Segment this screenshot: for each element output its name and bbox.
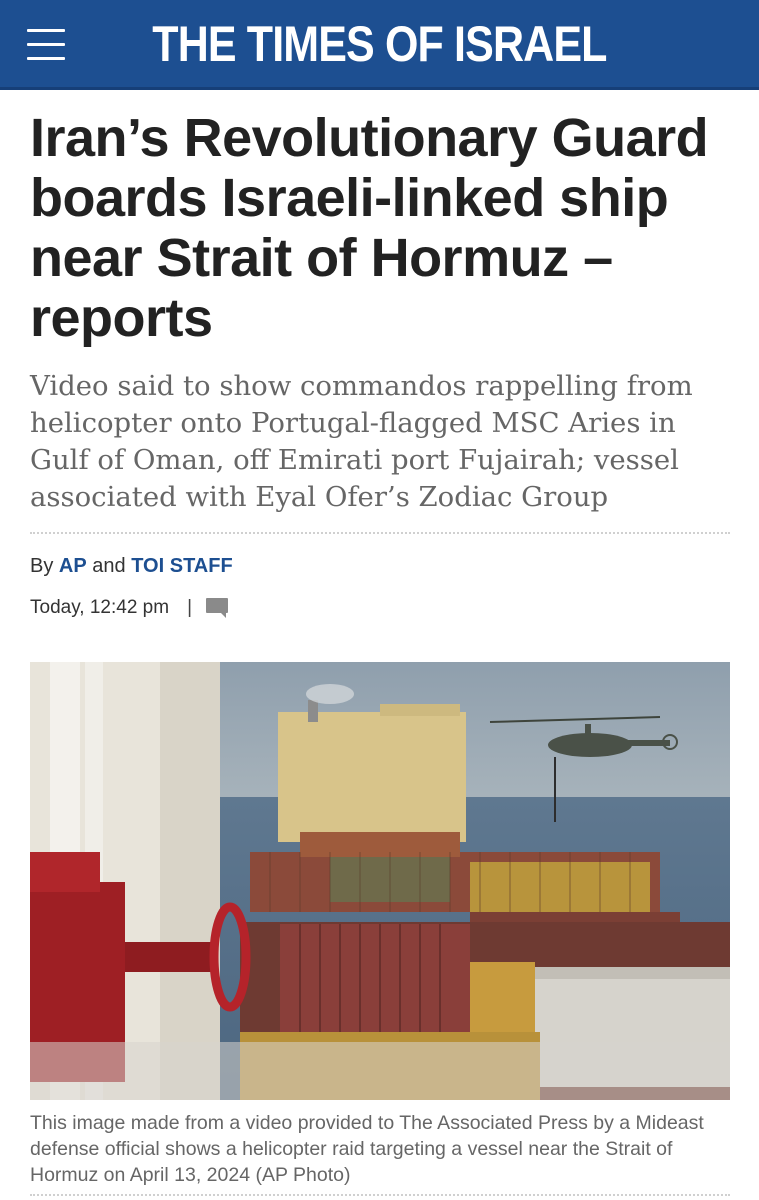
byline-prefix: By	[30, 555, 54, 577]
photo-caption: This image made from a video provided to…	[30, 1112, 704, 1186]
dateline-separator: |	[187, 597, 193, 618]
site-header: THE TIMES OF ISRAEL	[0, 0, 759, 90]
author-link-toi-staff[interactable]: TOI STAFF	[131, 555, 232, 577]
dateline: Today, 12:42 pm |	[30, 597, 229, 619]
byline: By AP and TOI STAFF	[30, 555, 233, 578]
divider	[30, 1194, 730, 1196]
article-subhead: Video said to show commandos rappelling …	[30, 370, 693, 513]
publish-time: Today, 12:42 pm	[30, 597, 170, 618]
article-headline: Iran’s Revolutionary Guard boards Israel…	[30, 108, 709, 348]
site-logo[interactable]: THE TIMES OF ISRAEL	[53, 14, 706, 74]
divider	[30, 532, 730, 534]
comment-icon[interactable]	[206, 598, 229, 618]
author-link-ap[interactable]: AP	[59, 555, 87, 577]
byline-conjunction: and	[92, 555, 126, 577]
article-photo[interactable]	[30, 662, 730, 1100]
